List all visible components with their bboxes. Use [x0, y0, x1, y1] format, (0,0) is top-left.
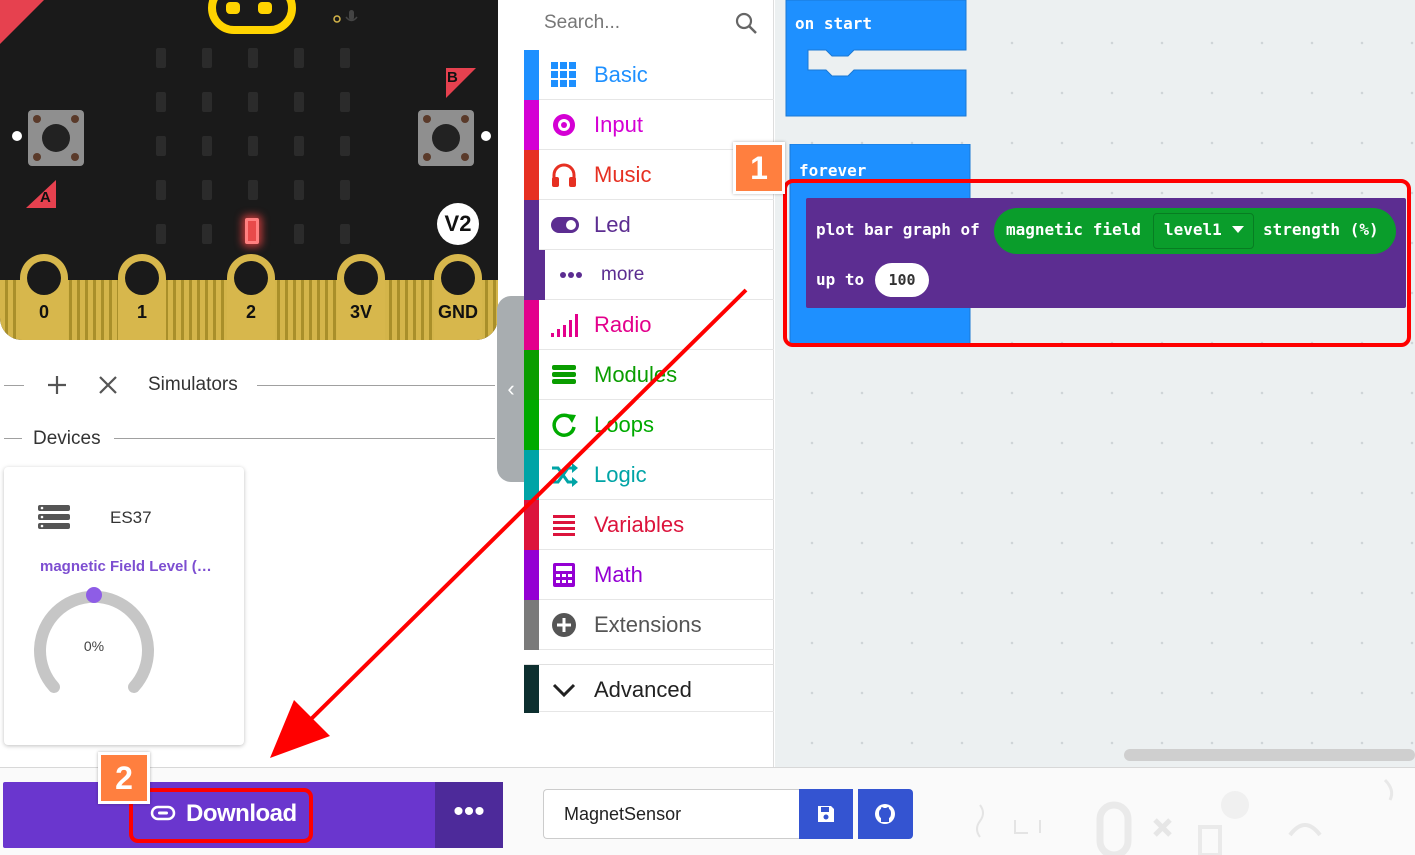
button-a[interactable] [28, 110, 84, 166]
github-button[interactable] [858, 789, 913, 839]
forever-label: forever [799, 161, 867, 180]
category-color-bar [524, 100, 539, 150]
highlight-box-download [129, 788, 313, 843]
search-input[interactable]: Search... [544, 12, 620, 34]
step-badge-2: 2 [98, 752, 150, 804]
led[interactable] [340, 136, 350, 156]
step-badge-1: 1 [733, 142, 785, 194]
button-b-cap [432, 124, 460, 152]
divider [4, 438, 22, 439]
category-color-bar [524, 50, 539, 100]
plus-icon[interactable] [46, 374, 68, 396]
led[interactable] [202, 48, 212, 68]
led[interactable] [202, 92, 212, 112]
category-label: Input [594, 112, 643, 137]
annotation-arrow [270, 288, 748, 758]
button-b-indicator [481, 131, 491, 141]
led[interactable] [248, 48, 258, 68]
project-name-input[interactable] [543, 789, 800, 839]
led[interactable] [340, 92, 350, 112]
version-badge: V2 [437, 203, 479, 245]
pin-label: 1 [136, 302, 147, 322]
search-icon[interactable] [735, 12, 759, 36]
pin-1[interactable]: 1 [118, 254, 166, 340]
logo-eye-right [258, 2, 272, 14]
led[interactable] [156, 224, 166, 244]
devices-label: Devices [33, 428, 101, 449]
minimize-icon[interactable] [4, 385, 24, 386]
led[interactable] [156, 136, 166, 156]
led[interactable] [248, 180, 258, 200]
toolbox-category-led[interactable]: Led [524, 200, 774, 250]
server-icon [38, 505, 70, 529]
github-icon [875, 804, 895, 824]
led[interactable] [294, 48, 304, 68]
category-label: Led [594, 212, 631, 237]
save-button[interactable] [799, 789, 853, 839]
highlight-box-plot-block [783, 179, 1411, 347]
simulators-label: Simulators [148, 374, 238, 395]
headphones-icon [550, 161, 578, 189]
led[interactable] [294, 92, 304, 112]
on-start-label: on start [795, 14, 873, 33]
led[interactable] [294, 224, 304, 244]
grid-icon [550, 61, 578, 89]
led[interactable] [202, 224, 212, 244]
led[interactable] [294, 180, 304, 200]
microphone-icon [333, 10, 358, 23]
button-b[interactable] [418, 110, 474, 166]
pin-label: 0 [38, 302, 49, 322]
button-a-indicator [12, 131, 22, 141]
button-b-label: B [447, 69, 458, 86]
toggle-icon [550, 211, 579, 239]
toolbox-category-basic[interactable]: Basic [524, 50, 774, 100]
led[interactable] [340, 224, 350, 244]
button-a-label: A [40, 189, 51, 206]
led[interactable] [248, 136, 258, 156]
led[interactable] [156, 92, 166, 112]
category-color-bar [524, 150, 539, 200]
close-icon[interactable] [97, 374, 119, 396]
simulator-corner-marker [0, 0, 44, 44]
led[interactable] [202, 136, 212, 156]
download-more-button[interactable]: ••• [435, 782, 503, 848]
category-color-bar [524, 200, 539, 250]
led[interactable] [294, 136, 304, 156]
led[interactable] [340, 48, 350, 68]
category-label: Basic [594, 62, 648, 87]
led-lit[interactable] [245, 218, 259, 244]
target-icon [550, 111, 578, 139]
led[interactable] [248, 92, 258, 112]
gauge-value: 0% [83, 638, 105, 654]
led[interactable] [340, 180, 350, 200]
category-label: Music [594, 162, 652, 187]
button-a-cap [42, 124, 70, 152]
logo-eye-left [226, 2, 240, 14]
workspace-scrollbar[interactable] [1124, 749, 1415, 761]
decorative-background-icons [976, 778, 1394, 855]
led[interactable] [156, 180, 166, 200]
device-subtitle: magnetic Field Level (%) [40, 558, 215, 575]
microbit-logo[interactable] [208, 0, 296, 34]
led[interactable] [202, 180, 212, 200]
led[interactable] [156, 48, 166, 68]
save-icon [818, 806, 834, 822]
pin-0[interactable]: 0 [20, 254, 68, 340]
device-name: ES37 [110, 508, 152, 527]
